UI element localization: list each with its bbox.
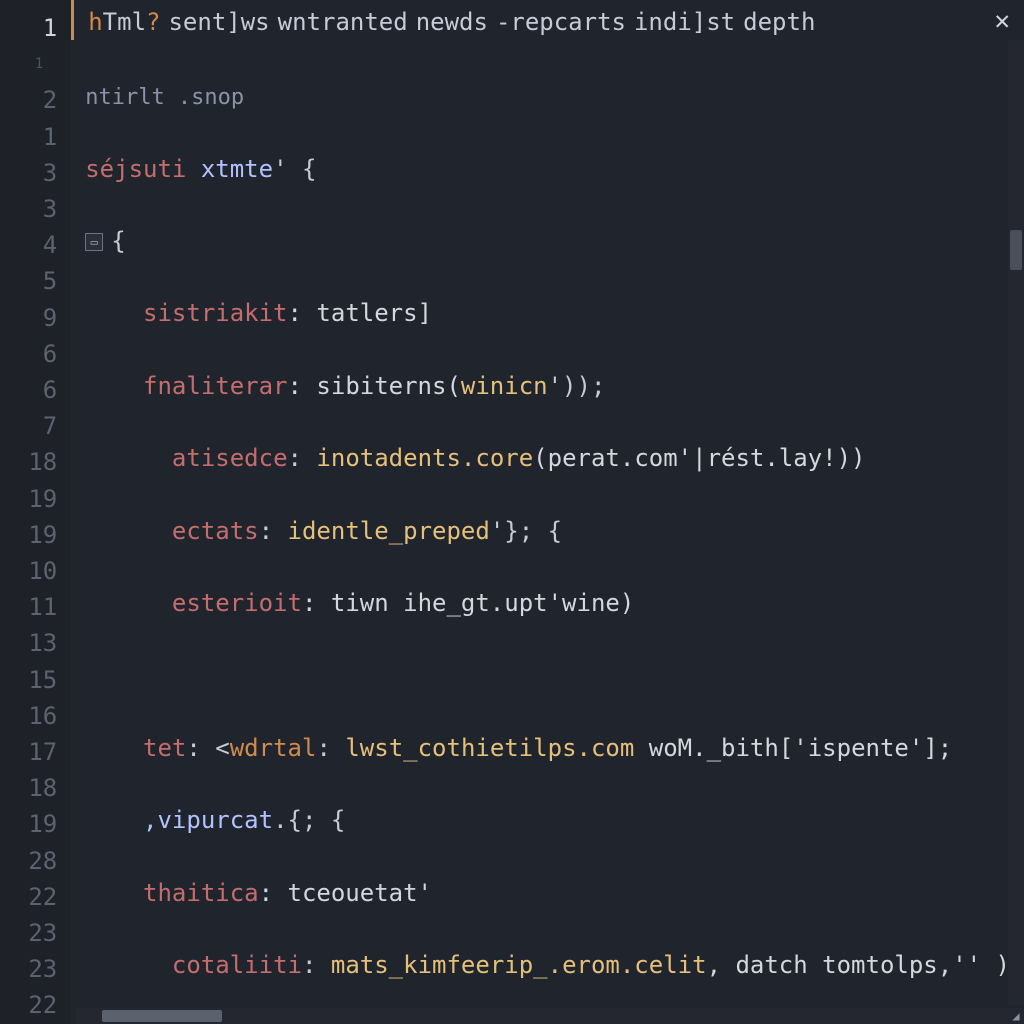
breadcrumb-seg[interactable]: indi]st [634, 8, 735, 36]
token-fn: mats_kimfeerip_.erom.celit [331, 951, 707, 979]
line-number[interactable]: 23 [28, 951, 71, 987]
token-punct: : [316, 734, 345, 762]
token-punct: : < [186, 734, 229, 762]
line-number[interactable]: 19 [28, 806, 71, 842]
blank-line [85, 657, 1010, 693]
line-number[interactable]: 5 [43, 263, 71, 299]
line-number[interactable]: 3 [43, 191, 71, 227]
line-number[interactable]: 13 [28, 625, 71, 661]
line-number[interactable]: 28 [28, 843, 71, 879]
line-number[interactable]: 16 [28, 698, 71, 734]
code-area[interactable]: hTml? sent]ws wntranted newds -repcarts … [71, 0, 1024, 1024]
token-punct: '}; { [490, 517, 562, 545]
vertical-scrollbar-thumb[interactable] [1010, 230, 1022, 270]
breadcrumb-seg[interactable]: depth [743, 8, 815, 36]
token-key: séjsuti [85, 155, 201, 183]
token-fn: lwst_cothietilps.com [345, 734, 634, 762]
breadcrumb[interactable]: hTml? sent]ws wntranted newds -repcarts … [71, 0, 1024, 40]
token-key: tet [143, 734, 186, 762]
line-number[interactable]: 6 [43, 336, 71, 372]
line-number[interactable]: 22 [28, 987, 71, 1023]
token-fn: winicn [461, 372, 548, 400]
line-number[interactable]: 1 [43, 119, 71, 155]
horizontal-scrollbar-thumb[interactable] [102, 1010, 222, 1022]
breadcrumb-seg[interactable]: h [88, 8, 102, 36]
line-number[interactable]: 1 [43, 10, 71, 46]
token-punct: : [288, 444, 317, 472]
line-number[interactable]: 4 [43, 227, 71, 263]
token-punct: : [302, 951, 331, 979]
fold-icon[interactable]: ▭ [85, 233, 103, 251]
token-key: fnaliterar [143, 372, 288, 400]
breadcrumb-seg[interactable]: ? [146, 8, 160, 36]
token-id: xtmte [201, 155, 273, 183]
line-number-gutter[interactable]: 1 1 2 1 3 3 4 5 9 6 6 7 18 19 19 10 11 1… [0, 0, 71, 1024]
token-key: ectats [172, 517, 259, 545]
token-fn: identle_preped [288, 517, 490, 545]
token-text: : tceouetat' [259, 879, 432, 907]
line-number[interactable]: 17 [28, 734, 71, 770]
token-key: wdrtal [230, 734, 317, 762]
token-fn: inotadents.core [316, 444, 533, 472]
token-key: cotaliiti [172, 951, 302, 979]
token-text: : sibiterns( [288, 372, 461, 400]
line-number[interactable]: 9 [43, 300, 71, 336]
horizontal-scrollbar[interactable] [76, 1008, 1008, 1024]
breadcrumb-seg[interactable]: Tml [103, 8, 146, 36]
token-key: esterioit [172, 589, 302, 617]
vertical-scrollbar[interactable] [1008, 40, 1024, 1006]
token-key: thaitica [143, 879, 259, 907]
line-number[interactable]: 7 [43, 408, 71, 444]
breadcrumb-seg[interactable]: newds [416, 8, 488, 36]
token-punct: .{; { [273, 806, 345, 834]
breadcrumb-seg[interactable]: -repcarts [496, 8, 626, 36]
close-icon[interactable]: ✕ [994, 6, 1010, 36]
token-key: sistriakit [143, 299, 288, 327]
line-number[interactable]: 10 [28, 553, 71, 589]
resize-corner-icon[interactable]: ◢ [1008, 1008, 1024, 1024]
line-number[interactable]: 2 [43, 82, 71, 118]
line-number[interactable]: 19 [28, 517, 71, 553]
line-number[interactable]: 18 [28, 770, 71, 806]
token-id: ,vipurcat [143, 806, 273, 834]
line-number[interactable]: 1 [35, 46, 71, 82]
breadcrumb-seg[interactable]: sent]ws [168, 8, 269, 36]
token-punct: ' { [273, 155, 316, 183]
code-editor: 1 1 2 1 3 3 4 5 9 6 6 7 18 19 19 10 11 1… [0, 0, 1024, 1024]
token-key: atisedce [172, 444, 288, 472]
line-number[interactable]: 18 [28, 444, 71, 480]
token-text: (perat.com'|rést.lay!)) [533, 444, 865, 472]
token-text: , datch tomtolps,'' ) [707, 951, 1010, 979]
line-number[interactable]: 23 [28, 915, 71, 951]
token-punct: ')); [548, 372, 606, 400]
token-text: : tatlers] [288, 299, 433, 327]
token-text: woM._bith['ispente']; [634, 734, 952, 762]
line-number[interactable]: 15 [28, 662, 71, 698]
breadcrumb-seg[interactable]: wntranted [278, 8, 408, 36]
line-number[interactable]: 19 [28, 481, 71, 517]
line-number[interactable]: 3 [43, 155, 71, 191]
code-subline: ntirlt .snop [85, 85, 244, 110]
code-text[interactable]: ntirlt .snop séjsuti xtmte' { ▭ { sistria… [71, 40, 1024, 1024]
line-number[interactable]: 22 [28, 879, 71, 915]
token-punct: : [259, 517, 288, 545]
line-number[interactable]: 6 [43, 372, 71, 408]
line-number[interactable]: 11 [28, 589, 71, 625]
token-text: : tiwn ihe_gt.upt'wine) [302, 589, 634, 617]
token-punct: { [111, 227, 125, 255]
